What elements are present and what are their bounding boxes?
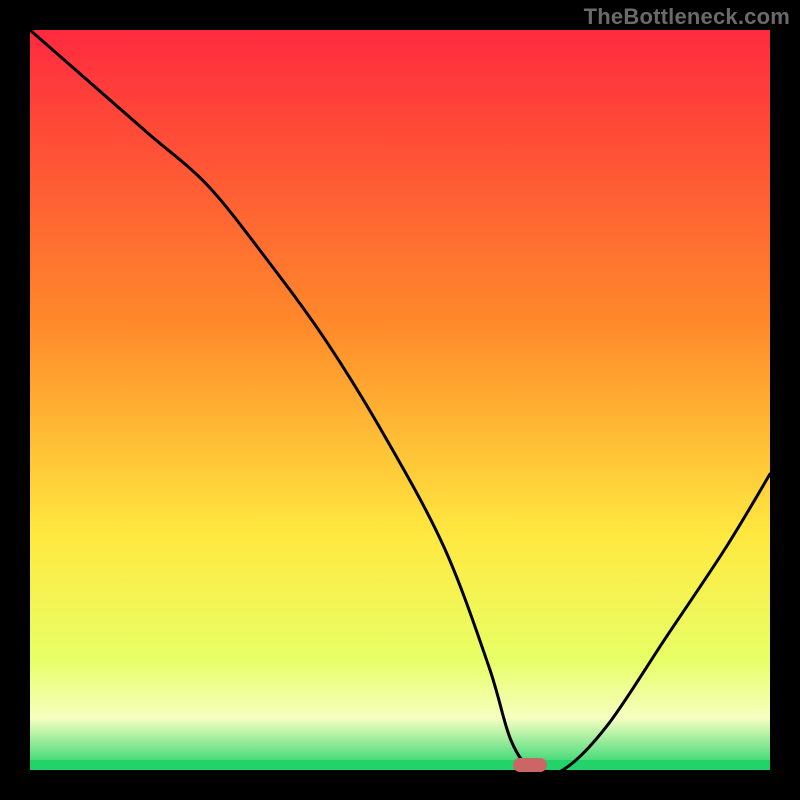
optimum-marker [513, 758, 547, 772]
watermark-label: TheBottleneck.com [584, 4, 790, 30]
chart-frame: TheBottleneck.com [0, 0, 800, 800]
bottleneck-plot [0, 0, 800, 800]
green-baseline [30, 760, 770, 770]
heat-gradient [30, 30, 770, 770]
